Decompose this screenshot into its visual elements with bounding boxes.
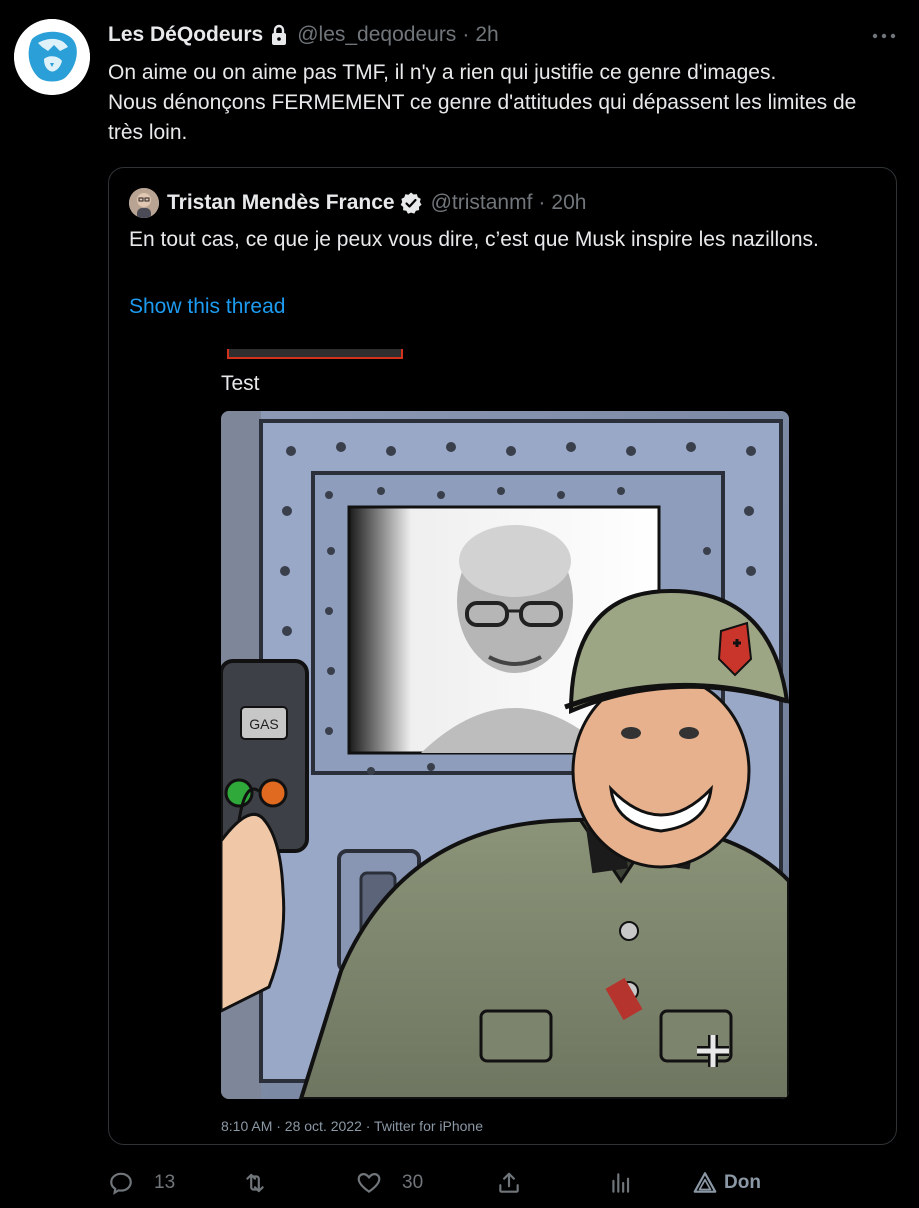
cropped-element — [227, 349, 403, 359]
inner-tweet-caption: Test — [221, 372, 260, 395]
analytics-button[interactable] — [608, 1166, 634, 1200]
lion-logo-icon — [14, 19, 90, 95]
tweet-text: On aime ou on aime pas TMF, il n'y a rie… — [108, 61, 857, 144]
share-button[interactable] — [496, 1166, 522, 1200]
gas-label: GAS — [249, 716, 279, 732]
reply-count: 13 — [154, 1172, 176, 1193]
quoted-author-name[interactable]: Tristan Mendès France — [167, 191, 395, 215]
show-thread-link[interactable]: Show this thread — [129, 295, 285, 319]
quoted-author-handle[interactable]: @tristanmf — [431, 191, 533, 215]
donate-label: Don — [724, 1172, 761, 1193]
person-avatar-icon — [129, 188, 159, 218]
like-count: 30 — [402, 1172, 424, 1193]
retweet-button[interactable] — [242, 1166, 288, 1200]
analytics-icon — [612, 1173, 630, 1193]
avatar[interactable] — [14, 19, 90, 95]
quoted-tweet-header: Tristan Mendès France @tristanmf · 20h — [129, 188, 586, 218]
tweet-actions: 13 30 Don — [108, 1166, 888, 1200]
share-icon — [499, 1172, 519, 1193]
heart-icon — [357, 1173, 381, 1193]
reply-icon — [110, 1172, 132, 1195]
verified-badge-icon — [400, 192, 422, 214]
quoted-media-image[interactable]: GAS — [221, 411, 789, 1099]
author-handle[interactable]: @les_deqodeurs — [297, 23, 456, 47]
meme-illustration: GAS — [221, 411, 789, 1099]
reply-button[interactable]: 13 — [108, 1166, 175, 1200]
quoted-header-separator: · — [538, 191, 546, 214]
like-button[interactable]: 30 — [356, 1166, 423, 1200]
author-name[interactable]: Les DéQodeurs — [108, 23, 263, 47]
more-options-icon[interactable] — [871, 26, 897, 46]
quoted-tweet-card[interactable]: Tristan Mendès France @tristanmf · 20h E… — [108, 167, 897, 1145]
donate-button[interactable]: Don — [692, 1166, 761, 1200]
quoted-avatar[interactable] — [129, 188, 159, 218]
tweet-header: Les DéQodeurs @les_deqodeurs · 2h — [108, 22, 499, 48]
image-timestamp: 8:10 AM · 28 oct. 2022 · Twitter for iPh… — [221, 1118, 483, 1134]
quoted-tweet-time[interactable]: 20h — [551, 191, 586, 215]
retweet-icon — [246, 1173, 264, 1193]
quoted-tweet-text: En tout cas, ce que je peux vous dire, c… — [129, 228, 819, 251]
header-separator: · — [462, 23, 470, 46]
triangle-logo-icon — [693, 1172, 717, 1193]
lock-icon — [272, 24, 287, 45]
tweet-time[interactable]: 2h — [475, 23, 498, 47]
